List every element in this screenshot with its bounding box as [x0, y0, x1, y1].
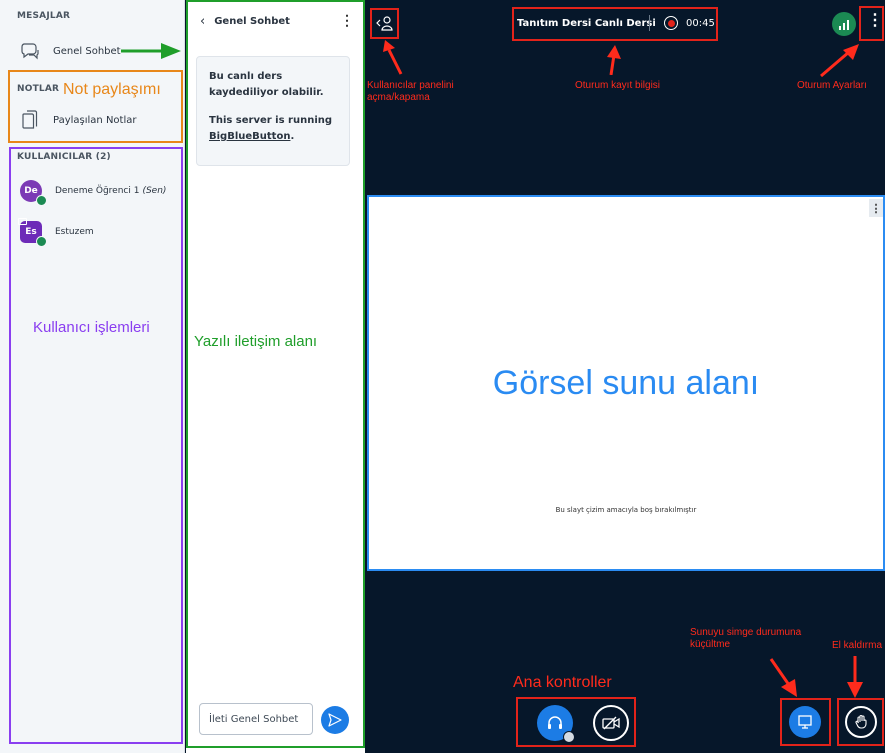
session-options-icon[interactable]: ⋮ [867, 12, 883, 30]
headset-icon [548, 716, 562, 729]
welcome-line: kaydediliyor olabilir. [209, 87, 324, 98]
chat-message-input[interactable]: İleti Genel Sohbet [199, 703, 313, 735]
chat-panel: ‹ Genel Sohbet ⋮ Bu canlı ders kaydedili… [186, 0, 365, 753]
presentation-slide[interactable]: ⋮ Görsel sunu alanı Bu slayt çizim amacı… [367, 195, 885, 571]
title-divider [649, 15, 650, 31]
users-toggle-annotation-label: Kullanıcılar panelini açma/kapama [367, 80, 454, 103]
bigbluebutton-link[interactable]: BigBlueButton [209, 131, 290, 142]
send-button[interactable] [321, 706, 349, 734]
users-toggle-arrow [383, 40, 403, 75]
signal-bar [839, 26, 841, 30]
raise-hand-annotation-label: El kaldırma [832, 640, 883, 651]
presentation-icon [798, 715, 812, 729]
video-button[interactable] [593, 705, 629, 741]
user-name: Estuzem [55, 227, 94, 237]
main-controls-annotation-label: Ana kontroller [513, 674, 612, 691]
presentation-options-icon[interactable]: ⋮ [869, 199, 883, 217]
headset-icon [36, 236, 47, 247]
minimize-annotation-label: Sunuyu simge durumuna küçültme [690, 627, 802, 650]
hand-icon [855, 714, 867, 729]
user-list-panel: MESAJLAR Genel Sohbet NOTLAR Not paylaşı… [0, 0, 185, 753]
headset-icon [36, 195, 47, 206]
chat-title: Genel Sohbet [214, 15, 290, 27]
audio-options-icon[interactable] [563, 731, 575, 743]
minimize-presentation-button[interactable] [789, 706, 821, 738]
audio-button[interactable] [537, 705, 575, 743]
raise-hand-button[interactable] [845, 706, 877, 738]
minimize-arrow [769, 658, 797, 697]
recording-arrow [607, 45, 621, 75]
chevron-left-icon[interactable]: ‹ [200, 14, 205, 29]
users-section-title: KULLANICILAR (2) [17, 152, 111, 162]
raise-hand-arrow [847, 656, 863, 698]
user-name: Deneme Öğrenci 1 [55, 186, 140, 196]
document-icon [20, 110, 40, 130]
signal-bar [847, 20, 849, 30]
chat-header: ‹ Genel Sohbet [186, 0, 365, 42]
welcome-period: . [290, 131, 295, 142]
shared-notes-item[interactable]: Paylaşılan Notlar [20, 110, 136, 130]
notes-annotation-label: Not paylaşımı [63, 81, 161, 98]
chat-options-icon[interactable]: ⋮ [340, 13, 354, 27]
signal-bar [843, 23, 845, 30]
chat-annotation-label: Yazılı iletişim alanı [194, 333, 318, 350]
slide-note-text: Bu slayt çizim amacıyla boş bırakılmıştı… [555, 506, 697, 514]
send-icon [328, 713, 342, 727]
user-list-item[interactable]: De Deneme Öğrenci 1 (Sen) [20, 180, 167, 206]
welcome-line: This server is running [209, 115, 333, 126]
meeting-title: Tanıtım Dersi Canlı Dersi [517, 18, 656, 29]
welcome-line: Bu canlı ders [209, 71, 283, 82]
chat-bubble-icon [20, 41, 40, 61]
chat-annotation-arrow [121, 43, 181, 59]
presenter-icon [18, 218, 27, 225]
avatar: Es [18, 218, 47, 247]
notes-section-title: NOTLAR [17, 84, 60, 94]
recording-annotation-label: Oturum kayıt bilgisi [575, 80, 661, 91]
record-icon[interactable] [664, 16, 678, 30]
public-chat-label: Genel Sohbet [53, 45, 121, 57]
users-annotation-label: Kullanıcı işlemleri [33, 319, 150, 336]
user-icon [376, 16, 393, 31]
welcome-message: Bu canlı ders kaydediliyor olabilir. Thi… [196, 56, 350, 166]
record-timer: 00:45 [686, 18, 715, 29]
public-chat-item[interactable]: Genel Sohbet [20, 41, 121, 61]
camera-off-icon [602, 716, 620, 730]
main-area: Kullanıcılar panelini açma/kapama Tanıtı… [365, 0, 885, 753]
toggle-users-button[interactable] [375, 14, 395, 34]
shared-notes-label: Paylaşılan Notlar [53, 114, 137, 126]
avatar: De [20, 180, 47, 206]
connection-status-button[interactable] [832, 12, 856, 36]
settings-arrow [820, 44, 859, 78]
messages-section-title: MESAJLAR [17, 11, 71, 21]
user-you-tag: (Sen) [142, 186, 167, 196]
settings-annotation-label: Oturum Ayarları [797, 80, 867, 91]
user-list-item[interactable]: Es Estuzem [18, 218, 94, 247]
presentation-annotation-label: Görsel sunu alanı [492, 364, 760, 402]
